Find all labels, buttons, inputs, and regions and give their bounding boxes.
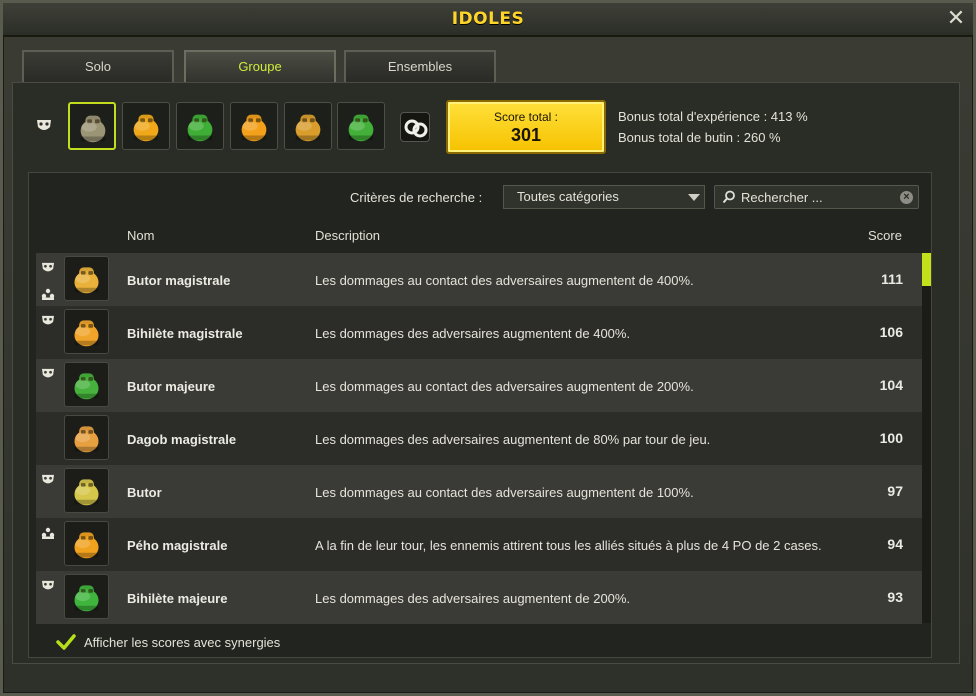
idol-description: Les dommages au contact des adversaires … [315,273,694,288]
idol-name: Butor [127,485,162,500]
idol-description: Les dommages au contact des adversaires … [315,379,694,394]
bonus-loot: Bonus total de butin : 260 % [618,130,781,145]
tab-groupe[interactable]: Groupe [184,50,336,82]
scrollbar[interactable] [922,253,931,623]
mask-icon [42,580,54,590]
idol-score: 111 [881,271,903,287]
idol-score: 97 [887,483,903,499]
scrollbar-thumb[interactable] [922,253,931,286]
table-row[interactable]: Dagob magistrale Les dommages des adversa… [36,412,922,465]
mask-icon [37,120,51,130]
group-icon [41,288,55,300]
idol-thumbnail [64,521,109,566]
idol-score: 104 [879,377,903,393]
idol-thumbnail [64,309,109,354]
idol-score: 93 [887,589,903,605]
title-bar: IDOLES ✕ [3,3,973,37]
header-name[interactable]: Nom [127,228,154,243]
idol-description: Les dommages au contact des adversaires … [315,485,694,500]
idol-description: Les dommages des adversaires augmentent … [315,432,711,447]
search-input[interactable] [741,188,891,206]
idol-name: Bihilète magistrale [127,326,243,341]
table-row[interactable]: Bihilète magistrale Les dommages des adve… [36,306,922,359]
synergy-icon [404,119,428,138]
close-icon[interactable]: ✕ [945,7,967,29]
checkmark-icon[interactable] [56,633,76,651]
total-score-box: Score total : 301 [446,100,606,154]
table-row[interactable]: Pého magistrale A la fin de leur tour, le… [36,518,922,571]
category-select-value: Toutes catégories [517,189,619,204]
total-score-label: Score total : [493,110,559,124]
table-header: Nom Description Score [36,222,922,252]
table-row[interactable]: Butor magistrale Les dommages au contact … [36,253,922,306]
idol-slot[interactable] [230,102,278,150]
synergy-scores-label: Afficher les scores avec synergies [84,635,281,650]
tab-solo[interactable]: Solo [22,50,174,82]
idol-score: 100 [879,430,903,446]
idol-description: Les dommages des adversaires augmentent … [315,591,631,606]
idol-name: Dagob magistrale [127,432,237,447]
idol-thumbnail [64,468,109,513]
mask-icon [42,474,54,484]
idol-name: Butor magistrale [127,273,231,288]
chevron-down-icon [688,194,700,201]
bonus-experience: Bonus total d'expérience : 413 % [618,109,808,124]
tab-ensembles[interactable]: Ensembles [344,50,496,82]
mask-icon [42,315,54,325]
group-icon [41,527,55,539]
search-icon [722,190,735,204]
idol-description: Les dommages des adversaires augmentent … [315,326,631,341]
idol-slot[interactable] [284,102,332,150]
clear-search-icon[interactable]: × [900,191,913,204]
synergy-button[interactable] [400,112,430,142]
category-select[interactable]: Toutes catégories [503,185,705,209]
header-description[interactable]: Description [315,228,380,243]
criteria-label: Critères de recherche : [350,190,483,205]
idol-score: 106 [879,324,903,340]
idol-name: Butor majeure [127,379,216,394]
idol-slot[interactable] [337,102,385,150]
search-box: × [714,185,919,209]
idol-name: Bihilète majeure [127,591,228,606]
mask-icon [42,262,54,272]
idol-slot[interactable] [122,102,170,150]
idol-thumbnail [64,415,109,460]
idol-table: Butor magistrale Les dommages au contact … [36,253,922,624]
window-title: IDOLES [451,9,525,29]
header-score[interactable]: Score [868,228,902,243]
idol-description: A la fin de leur tour, les ennemis attir… [315,538,822,553]
idol-slot[interactable] [68,102,116,150]
table-row[interactable]: Butor majeure Les dommages au contact des… [36,359,922,412]
idol-score: 94 [887,536,903,552]
idol-thumbnail [64,362,109,407]
total-score-value: 301 [510,125,542,145]
idol-slot[interactable] [176,102,224,150]
table-row[interactable]: Bihilète majeure Les dommages des adversa… [36,571,922,624]
table-row[interactable]: Butor Les dommages au contact des adversa… [36,465,922,518]
idol-name: Pého magistrale [127,538,228,553]
idol-thumbnail [64,256,109,301]
idol-thumbnail [64,574,109,619]
mask-icon [42,368,54,378]
